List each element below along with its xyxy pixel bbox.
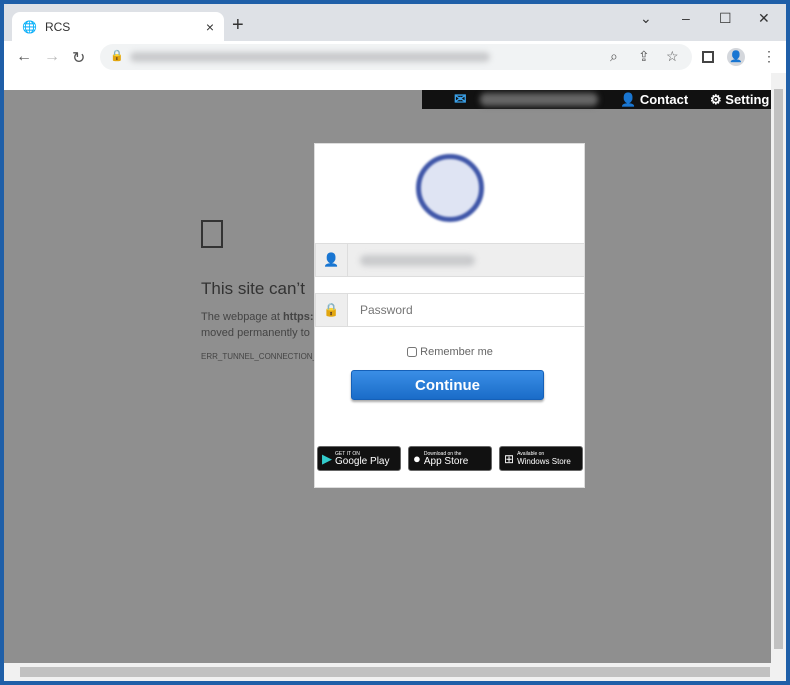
username-field[interactable]: 👤 xyxy=(315,243,585,277)
new-tab-button[interactable]: + xyxy=(232,14,244,37)
blurred-url xyxy=(130,52,490,62)
remember-me[interactable]: Remember me xyxy=(315,346,585,358)
toolbar: ← → ↻ 🔒 ⌕ ⇪ ☆ 👤 ⋮ xyxy=(4,41,786,73)
close-tab-icon[interactable]: × xyxy=(206,19,214,35)
maximize-button[interactable]: ☐ xyxy=(719,10,732,27)
windows-icon: ⊞ xyxy=(504,451,515,466)
horizontal-scrollbar[interactable] xyxy=(4,663,786,681)
vertical-scrollbar[interactable] xyxy=(771,73,786,663)
mail-icon[interactable]: ✉ xyxy=(454,90,467,108)
password-input[interactable] xyxy=(348,294,584,326)
remember-checkbox[interactable] xyxy=(407,347,418,358)
contact-link[interactable]: 👤 Contact xyxy=(620,92,688,108)
share-icon[interactable]: ⇪ xyxy=(638,48,650,65)
browser-window: 🌐 RCS × + ⌄ – ☐ ✕ ← → ↻ 🔒 ⌕ ⇪ ☆ 👤 ⋮ ✉ 👤 … xyxy=(4,4,786,681)
apple-icon: ● xyxy=(413,451,421,466)
side-panel-icon[interactable] xyxy=(702,51,714,63)
back-button[interactable]: ← xyxy=(16,48,32,66)
login-modal: 👤 🔒 Remember me Continue ▶ GET IT ON Goog… xyxy=(314,143,585,488)
zoom-icon[interactable]: ⌕ xyxy=(610,48,618,65)
reload-button[interactable]: ↻ xyxy=(72,48,85,68)
settings-link[interactable]: ⚙ Setting xyxy=(710,92,769,108)
lock-icon: 🔒 xyxy=(110,50,124,62)
password-field[interactable]: 🔒 xyxy=(315,293,585,327)
address-bar[interactable]: 🔒 ⌕ ⇪ ☆ xyxy=(100,44,692,70)
top-bar: ✉ 👤 Contact ⚙ Setting xyxy=(422,90,771,109)
sad-file-icon xyxy=(201,220,223,248)
tab-title: RCS xyxy=(44,19,71,34)
page-content: ✉ 👤 Contact ⚙ Setting This site can’t Th… xyxy=(4,90,771,663)
play-icon: ▶ xyxy=(322,450,332,466)
forward-button[interactable]: → xyxy=(44,48,60,66)
profile-icon[interactable]: 👤 xyxy=(727,48,745,66)
app-store-badge[interactable]: ● Download on the App Store xyxy=(408,446,492,471)
windows-store-badge[interactable]: ⊞ Available on Windows Store xyxy=(499,446,583,471)
minimize-button[interactable]: – xyxy=(682,10,690,26)
menu-icon[interactable]: ⋮ xyxy=(762,48,776,65)
globe-logo xyxy=(416,154,484,222)
google-play-badge[interactable]: ▶ GET IT ON Google Play xyxy=(317,446,401,471)
continue-button[interactable]: Continue xyxy=(351,370,544,400)
tab-search-icon[interactable]: ⌄ xyxy=(640,10,652,27)
tab-rcs[interactable]: 🌐 RCS × xyxy=(12,12,224,41)
star-icon[interactable]: ☆ xyxy=(666,48,679,65)
lock-icon: 🔒 xyxy=(316,294,348,326)
globe-icon: 🌐 xyxy=(22,19,37,34)
close-window-button[interactable]: ✕ xyxy=(758,10,770,27)
user-icon: 👤 xyxy=(316,244,348,276)
error-title: This site can’t xyxy=(201,279,305,298)
